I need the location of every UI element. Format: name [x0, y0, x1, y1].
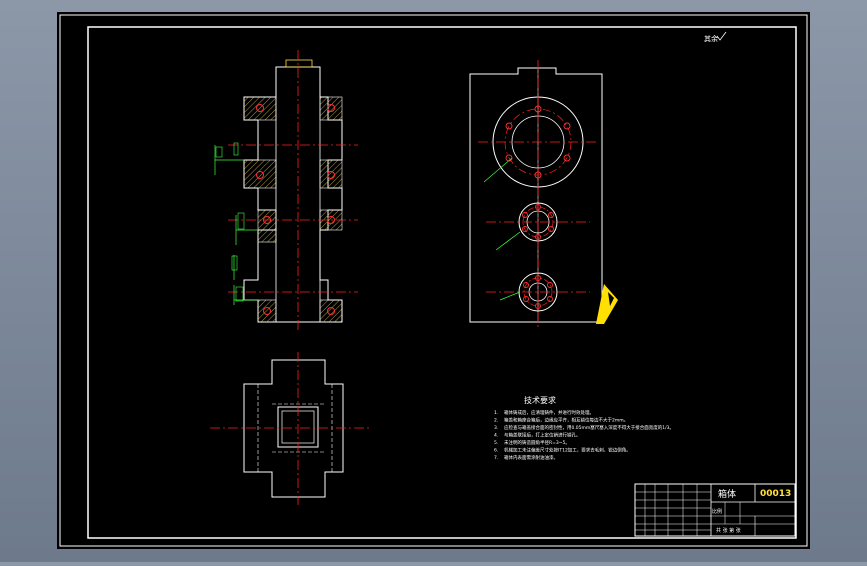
- surface-note-text: 其余: [704, 34, 718, 43]
- hatch-wall-left-bottom: [257, 299, 277, 323]
- hatch-wall-left-top: [243, 96, 277, 121]
- requirement-number: 1.: [494, 410, 498, 416]
- requirement-text: 未注明的铸造圆角半径R=3~5。: [504, 439, 570, 446]
- requirement-text: 箱体内表面需涂耐油油漆。: [504, 454, 558, 461]
- part-name: 箱体: [718, 488, 736, 500]
- requirement-text: 箱盖和箱座合箱后，边缘应平齐，相互错位每边不大于2mm。: [504, 417, 628, 424]
- requirement-number: 2.: [494, 418, 498, 424]
- sheet-label: 共 张 第 张: [716, 527, 741, 534]
- requirement-text: 机械加工未注偏差尺寸处按IT12加工，要求去毛刺、锐边倒角。: [504, 447, 631, 454]
- scale-label: 比例: [712, 508, 722, 515]
- hatch-wall-right-mid: [319, 159, 343, 189]
- requirement-number: 5.: [494, 440, 498, 446]
- requirement-text: 应检查与箱盖接合面的密封性，用0.05mm塞尺塞入深度不得大于接合面宽度的1/3…: [504, 424, 674, 431]
- requirement-number: 4.: [494, 433, 498, 439]
- hatch-wall-left-low2: [257, 229, 277, 243]
- drawing-canvas: 其余 技术要求 1. 箱体铸成后，应清理铸件，并进行时效处理。2. 箱盖和箱座合…: [57, 12, 810, 549]
- requirement-number: 6.: [494, 448, 498, 454]
- hatch-wall-left-mid: [243, 159, 277, 189]
- sheet-background: [57, 12, 810, 549]
- requirements-title: 技术要求: [524, 395, 556, 405]
- requirement-text: 箱体铸成后，应清理铸件，并进行时效处理。: [504, 409, 594, 416]
- requirement-text: 与箱盖联接后，打上定位销进行镗孔。: [504, 432, 581, 439]
- requirement-number: 7.: [494, 455, 498, 461]
- hatch-wall-right-top: [319, 96, 343, 121]
- cad-viewport[interactable]: 其余 技术要求 1. 箱体铸成后，应清理铸件，并进行时效处理。 2. 箱盖和箱座…: [0, 0, 867, 562]
- hatch-wall-right-bottom: [319, 299, 343, 323]
- requirement-number: 3.: [494, 425, 498, 431]
- drawing-number: 00013: [760, 489, 791, 499]
